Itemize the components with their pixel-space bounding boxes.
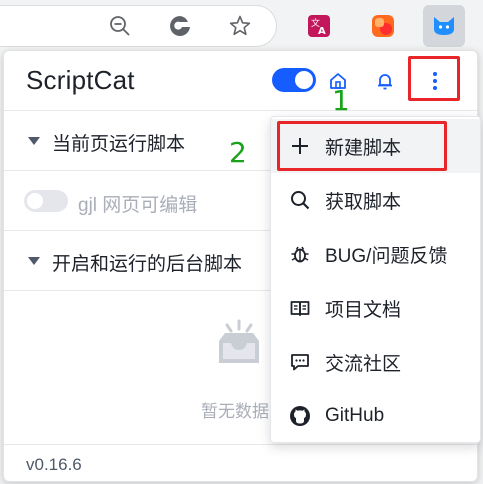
global-enable-switch[interactable] <box>272 68 316 92</box>
section-background[interactable]: 开启和运行的后台脚本 <box>4 231 272 291</box>
annotation-step-2: 2 <box>229 136 247 169</box>
menu-item-label: BUG/问题反馈 <box>325 245 448 267</box>
annotation-box-new-script <box>277 121 447 171</box>
github-icon <box>289 405 311 427</box>
switch-knob <box>295 71 313 89</box>
menu-item-label: 项目文档 <box>325 299 402 321</box>
message-icon <box>289 351 311 373</box>
menu-item-docs[interactable]: 项目文档 <box>271 281 480 335</box>
bug-icon <box>289 243 311 265</box>
menu-item-label: GitHub <box>325 405 385 426</box>
script-row[interactable]: gjl 网页可编辑 <box>4 171 272 231</box>
scriptcat-extension-icon[interactable] <box>423 5 465 47</box>
script-name: gjl 网页可编辑 <box>78 195 198 216</box>
menu-item-community[interactable]: 交流社区 <box>271 335 480 389</box>
edge-collections-icon[interactable] <box>166 12 194 40</box>
popup-header: ScriptCat <box>4 51 477 111</box>
annotation-step-1: 1 <box>332 84 350 117</box>
empty-text: 暂无数据 <box>201 402 269 421</box>
search-icon <box>289 189 311 211</box>
book-icon <box>289 297 311 319</box>
version-label: v0.16.6 <box>26 455 82 474</box>
annotation-box-more-button <box>408 56 460 101</box>
empty-inbox-icon <box>209 313 269 378</box>
section-title: 开启和运行的后台脚本 <box>52 254 243 275</box>
translate-extension-icon[interactable]: 文A <box>298 5 340 47</box>
app-title: ScriptCat <box>26 65 135 95</box>
menu-item-label: 获取脚本 <box>325 191 402 213</box>
orange-extension-icon[interactable] <box>362 5 404 47</box>
section-title: 当前页运行脚本 <box>52 134 186 155</box>
switch-knob <box>27 193 43 209</box>
menu-item-github[interactable]: GitHub <box>271 389 480 443</box>
browser-toolbar: 文A <box>0 0 483 48</box>
popup-footer: v0.16.6 <box>4 444 477 481</box>
menu-item-bug-report[interactable]: BUG/问题反馈 <box>271 227 480 281</box>
menu-item-get-script[interactable]: 获取脚本 <box>271 173 480 227</box>
svg-text:A: A <box>318 26 326 37</box>
menu-item-label: 交流社区 <box>325 353 402 375</box>
caret-down-icon[interactable] <box>28 257 40 265</box>
script-enable-switch[interactable] <box>24 190 68 212</box>
zoom-out-icon[interactable] <box>106 12 134 40</box>
bell-icon[interactable] <box>372 68 398 94</box>
caret-down-icon[interactable] <box>28 137 40 145</box>
favorite-star-icon[interactable] <box>226 12 254 40</box>
